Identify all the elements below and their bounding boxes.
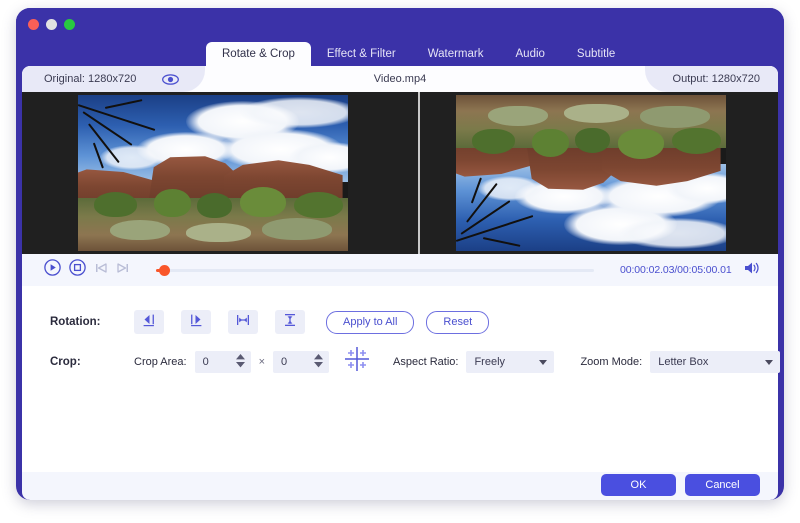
crop-height-stepper[interactable] — [314, 353, 324, 368]
crop-height-value: 0 — [281, 355, 288, 368]
play-circle-icon[interactable] — [44, 259, 61, 281]
chevron-down-icon — [765, 359, 774, 365]
flip-horizontal-button[interactable] — [228, 310, 258, 334]
output-preview[interactable] — [400, 92, 778, 254]
rotation-row: Rotation: Apply to All Reset — [50, 310, 490, 334]
zoom-mode-label: Zoom Mode: — [580, 355, 643, 368]
tab-watermark-label: Watermark — [427, 48, 484, 60]
output-resolution-label: Output: 1280x720 — [672, 73, 760, 85]
aspect-ratio-value: Freely — [474, 355, 506, 368]
player-controls: 00:00:02.03/00:05:00.01 — [22, 254, 778, 286]
crop-area-label: Crop Area: — [134, 355, 187, 368]
seek-bar[interactable] — [156, 264, 594, 276]
tab-rotate-crop-label: Rotate & Crop — [222, 48, 295, 60]
window-controls — [28, 19, 75, 30]
original-preview[interactable] — [22, 92, 400, 254]
crop-target-icon[interactable] — [343, 346, 371, 377]
tab-rotate-crop[interactable]: Rotate & Crop — [206, 42, 311, 66]
zoom-button[interactable] — [64, 19, 75, 30]
flip-vertical-icon — [283, 313, 297, 332]
output-info: Output: 1280x720 — [644, 66, 778, 92]
rotate-right-icon — [189, 313, 203, 332]
dialog-footer: OK Cancel — [22, 472, 778, 500]
tab-effect-filter[interactable]: Effect & Filter — [311, 42, 412, 66]
ok-button[interactable]: OK — [601, 474, 676, 496]
output-video-frame — [456, 95, 726, 251]
apply-to-all-button[interactable]: Apply to All — [326, 310, 415, 334]
volume-icon[interactable] — [744, 261, 761, 280]
info-bar: Video.mp4 Original: 1280x720 Output: 128… — [22, 66, 778, 92]
zoom-mode-value: Letter Box — [658, 355, 709, 368]
crop-label: Crop: — [50, 355, 81, 368]
title-bar: Rotate & Crop Effect & Filter Watermark … — [16, 8, 784, 66]
aspect-ratio-label: Aspect Ratio: — [393, 355, 459, 368]
rotate-right-button[interactable] — [181, 310, 211, 334]
tab-subtitle-label: Subtitle — [576, 48, 616, 60]
cancel-button[interactable]: Cancel — [685, 474, 760, 496]
timecode-label: 00:00:02.03/00:05:00.01 — [620, 264, 732, 276]
original-resolution-label: Original: 1280x720 — [44, 73, 137, 85]
tab-effect-filter-label: Effect & Filter — [326, 48, 396, 60]
tab-audio[interactable]: Audio — [500, 42, 561, 66]
flip-vertical-button[interactable] — [275, 310, 305, 334]
crop-row: Crop: Crop Area: 0 × 0 Aspect Ratio: Fre… — [50, 346, 781, 377]
flip-horizontal-icon — [236, 313, 250, 332]
scene-original — [78, 95, 348, 251]
aspect-ratio-select[interactable]: Freely — [466, 350, 555, 373]
zoom-mode-select[interactable]: Letter Box — [650, 350, 781, 373]
original-video-frame — [78, 95, 348, 251]
tab-bar: Rotate & Crop Effect & Filter Watermark … — [206, 42, 631, 66]
rotate-left-button[interactable] — [134, 310, 164, 334]
chevron-down-icon — [539, 359, 548, 365]
stop-circle-icon[interactable] — [69, 259, 86, 281]
scene-output — [456, 95, 726, 251]
crop-height-input[interactable]: 0 — [273, 350, 330, 373]
editor-window: Rotate & Crop Effect & Filter Watermark … — [16, 8, 784, 500]
original-info: Original: 1280x720 — [22, 66, 206, 92]
preview-divider — [418, 92, 420, 254]
crop-width-input[interactable]: 0 — [194, 350, 251, 373]
app-screenshot: Rotate & Crop Effect & Filter Watermark … — [0, 0, 800, 523]
seek-handle[interactable] — [159, 264, 170, 276]
crop-dimension-separator: × — [258, 355, 266, 368]
settings-panel: Rotation: Apply to All Reset Crop: Crop … — [22, 286, 781, 472]
close-button[interactable] — [28, 19, 39, 30]
rotation-label: Rotation: — [50, 316, 101, 328]
crop-width-stepper[interactable] — [235, 353, 245, 368]
skip-previous-icon[interactable] — [94, 261, 108, 280]
crop-width-value: 0 — [202, 355, 209, 368]
preview-area — [22, 92, 778, 254]
tab-watermark[interactable]: Watermark — [412, 42, 500, 66]
tab-subtitle[interactable]: Subtitle — [561, 42, 631, 66]
minimize-button[interactable] — [46, 19, 57, 30]
reset-button[interactable]: Reset — [426, 310, 490, 334]
eye-icon[interactable] — [162, 73, 180, 85]
rotate-left-icon — [142, 313, 156, 332]
skip-next-icon[interactable] — [116, 261, 130, 280]
tab-audio-label: Audio — [515, 48, 545, 60]
